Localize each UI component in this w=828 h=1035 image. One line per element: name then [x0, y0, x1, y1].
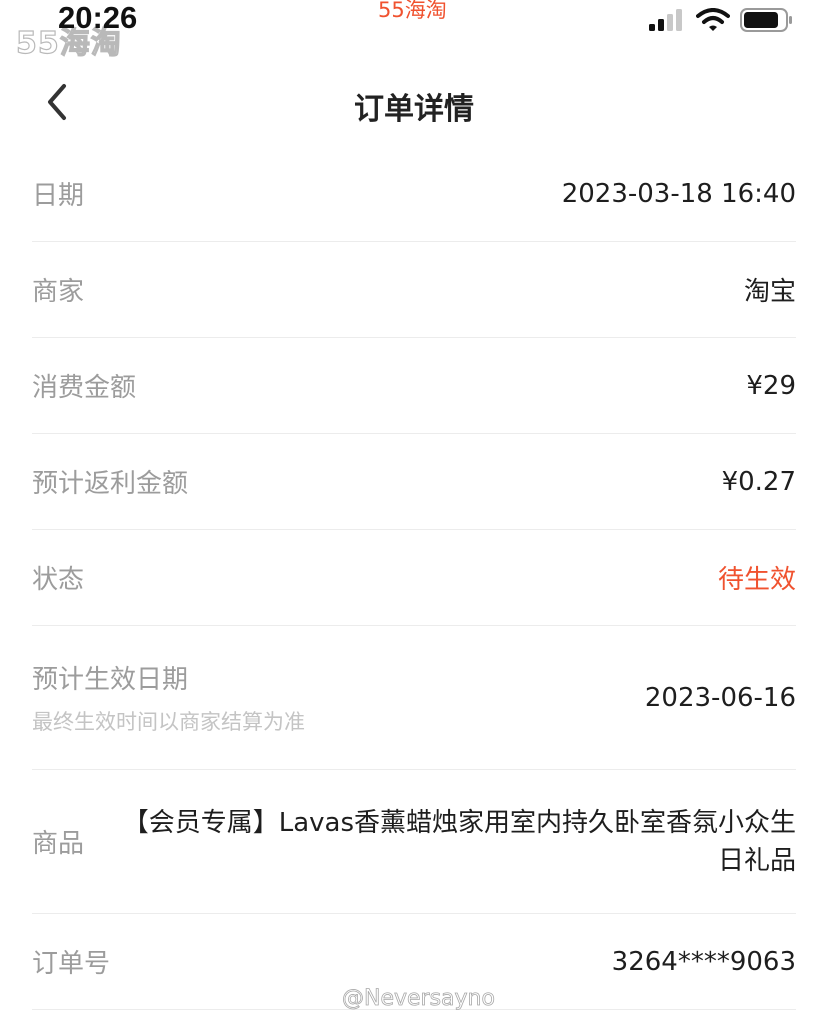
row-value: ¥29: [746, 370, 796, 401]
status-badge: 待生效: [717, 565, 796, 595]
row-merchant: 商家 淘宝: [32, 242, 796, 338]
row-label: 商品: [32, 829, 85, 859]
order-detail-screen: 55海淘 20:26 55海淘 订单详情 日期 2023-03-18 16:40…: [0, 0, 828, 1035]
row-label-group: 预计生效日期 最终生效时间以商家结算为准: [32, 659, 305, 736]
battery-icon: [740, 8, 792, 32]
row-rebate: 预计返利金额 ¥0.27: [32, 434, 796, 530]
row-amount: 消费金额 ¥29: [32, 338, 796, 434]
page-title: 订单详情: [354, 92, 474, 127]
row-label: 订单号: [32, 949, 111, 979]
product-name: 【会员专属】Lavas香薰蜡烛家用室内持久卧室香氛小众生日礼品: [122, 807, 796, 876]
cellular-signal-icon: [649, 9, 682, 31]
row-date: 日期 2023-03-18 16:40: [32, 146, 796, 242]
footer-watermark: @Neversayno: [342, 986, 496, 1012]
row-value: 淘宝: [743, 277, 796, 307]
row-effective-date: 预计生效日期 最终生效时间以商家结算为准 2023-06-16: [32, 626, 796, 770]
status-icons: [648, 8, 794, 32]
status-bar: 55海淘 20:26 55海淘: [0, 0, 828, 62]
row-label: 状态: [32, 565, 85, 595]
row-sublabel: 最终生效时间以商家结算为准: [32, 710, 305, 734]
order-detail-list: 日期 2023-03-18 16:40 商家 淘宝 消费金额 ¥29 预计返利金…: [32, 146, 796, 1010]
row-label: 日期: [32, 181, 85, 211]
wifi-icon: [696, 8, 730, 31]
row-label: 商家: [32, 277, 85, 307]
status-time: 20:26: [58, 0, 138, 35]
row-product: 商品 【会员专属】Lavas香薰蜡烛家用室内持久卧室香氛小众生日礼品: [32, 770, 796, 914]
row-label: 预计返利金额: [32, 469, 189, 499]
row-label: 预计生效日期: [32, 665, 189, 695]
row-label: 消费金额: [32, 373, 137, 403]
row-value: 2023-03-18 16:40: [561, 178, 796, 209]
status-brand: 55海淘: [378, 0, 447, 22]
row-value: 2023-06-16: [644, 682, 796, 713]
row-status: 状态 待生效: [32, 530, 796, 626]
row-value: ¥0.27: [721, 466, 796, 497]
nav-bar: 订单详情: [0, 62, 828, 142]
order-number: 3264****9063: [611, 946, 796, 977]
